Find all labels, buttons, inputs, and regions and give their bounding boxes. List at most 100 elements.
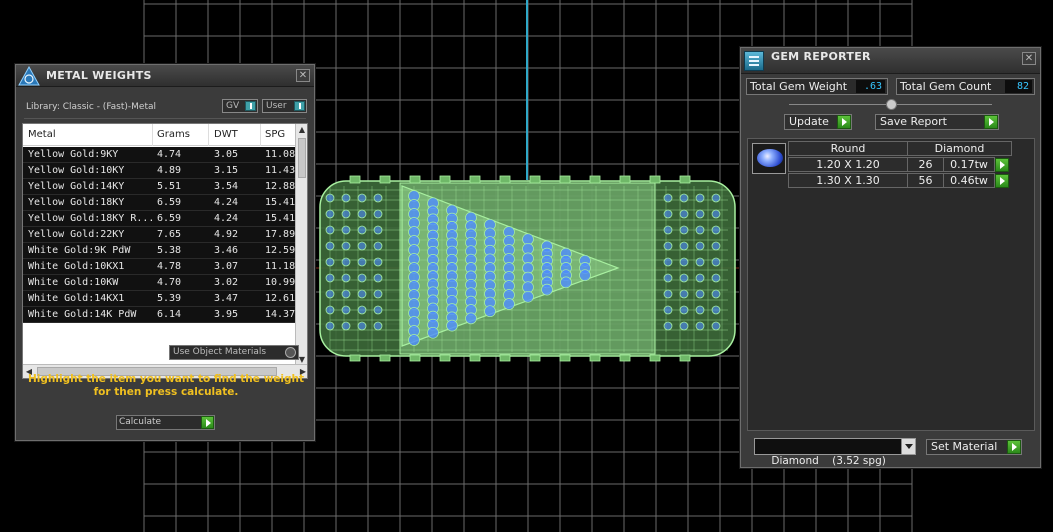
table-row[interactable]: Yellow Gold:22KY 7.65 4.92 17.89 [23, 227, 297, 243]
metal-weights-close-icon[interactable]: ✕ [296, 69, 310, 82]
table-cell-metal: White Gold:10KW [28, 277, 119, 288]
library-label: Library: Classic - (Fast)-Metal [26, 102, 157, 112]
table-cell-spg: 15.41 [265, 213, 296, 224]
metal-weights-table[interactable]: Metal Grams DWT SPG Yellow Gold:9KY 4.74 3… [22, 123, 308, 379]
table-row[interactable]: White Gold:10KX1 4.78 3.07 11.18 [23, 259, 297, 275]
table-cell-metal: Yellow Gold:18KY [28, 197, 125, 208]
gv-toggle[interactable]: GV [222, 99, 258, 113]
scroll-up-icon[interactable]: ▲ [296, 124, 307, 136]
table-cell-dwt: 3.46 [214, 245, 239, 256]
col-header-grams[interactable]: Grams [157, 129, 190, 140]
select-gems-arrow-icon[interactable] [995, 158, 1009, 172]
metal-table-header: Metal Grams DWT SPG [23, 124, 307, 146]
chevron-down-icon[interactable] [901, 439, 915, 454]
gem-size-cell: 1.30 X 1.30 [788, 173, 908, 188]
table-cell-spg: 11.18 [265, 261, 296, 272]
hint-line-2: for then press calculate. [93, 386, 239, 398]
table-cell-grams: 6.59 [157, 197, 182, 208]
table-cell-grams: 5.38 [157, 245, 182, 256]
material-select[interactable]: Diamond (3.52 spg) [754, 438, 916, 467]
total-gem-count-label: Total Gem Count [900, 80, 992, 93]
table-row[interactable]: Yellow Gold:9KY 4.74 3.05 11.08 [23, 147, 297, 163]
table-row[interactable]: White Gold:14K PdW 6.14 3.95 14.37 [23, 307, 297, 323]
table-cell-dwt: 3.15 [214, 165, 239, 176]
table-cell-metal: White Gold:9K PdW [28, 245, 131, 256]
table-cell-dwt: 3.07 [214, 261, 239, 272]
table-cell-spg: 12.59 [265, 245, 296, 256]
table-cell-spg: 15.41 [265, 197, 296, 208]
gem-reporter-logo-icon [744, 51, 764, 71]
select-gems-arrow-icon[interactable] [995, 174, 1009, 188]
total-gem-count-value: 82 [1005, 80, 1032, 93]
table-row[interactable]: White Gold:14KX1 5.39 3.47 12.61 [23, 291, 297, 307]
gem-count-cell: 56 [907, 173, 944, 188]
total-gem-weight: Total Gem Weight .63 [746, 78, 888, 95]
gem-weight-cell: 0.46tw [943, 173, 995, 188]
gem-count-cell: 26 [907, 157, 944, 172]
table-row[interactable]: White Gold:10KW 4.70 3.02 10.99 [23, 275, 297, 291]
shape-header: Round [788, 141, 908, 156]
table-row[interactable]: Yellow Gold:18KY 6.59 4.24 15.41 [23, 195, 297, 211]
table-cell-grams: 4.70 [157, 277, 182, 288]
calculate-label: Calculate [119, 417, 162, 427]
table-cell-metal: Yellow Gold:10KY [28, 165, 125, 176]
table-cell-metal: Yellow Gold:9KY [28, 149, 119, 160]
material-header: Diamond [907, 141, 1012, 156]
user-toggle-indicator-icon [294, 101, 305, 111]
gv-toggle-indicator-icon [245, 101, 256, 111]
col-header-spg[interactable]: SPG [265, 129, 285, 140]
table-cell-dwt: 4.92 [214, 229, 239, 240]
table-cell-grams: 5.39 [157, 293, 182, 304]
metal-weights-titlebar[interactable]: METAL WEIGHTS ✕ [16, 65, 314, 87]
table-row[interactable]: Yellow Gold:14KY 5.51 3.54 12.88 [23, 179, 297, 195]
table-cell-dwt: 3.02 [214, 277, 239, 288]
table-cell-spg: 11.08 [265, 149, 296, 160]
update-button[interactable]: Update [784, 114, 852, 130]
table-cell-grams: 5.51 [157, 181, 182, 192]
table-row[interactable]: Yellow Gold:18KY R... 6.59 4.24 15.41 [23, 211, 297, 227]
scroll-thumb[interactable] [298, 138, 306, 178]
table-row[interactable]: White Gold:9K PdW 5.38 3.46 12.59 [23, 243, 297, 259]
col-divider [260, 124, 261, 146]
table-cell-grams: 4.78 [157, 261, 182, 272]
save-report-button[interactable]: Save Report [875, 114, 999, 130]
table-cell-grams: 4.74 [157, 149, 182, 160]
play-arrow-icon [984, 115, 998, 129]
hint-line-1: Highlight the item you want to find the … [28, 373, 304, 385]
metal-weights-panel: METAL WEIGHTS ✕ Library: Classic - (Fast… [15, 64, 315, 441]
metal-table-vertical-scrollbar[interactable]: ▲ ▼ [295, 124, 307, 366]
metal-weights-title: METAL WEIGHTS [46, 69, 152, 82]
table-cell-dwt: 3.95 [214, 309, 239, 320]
table-cell-dwt: 3.54 [214, 181, 239, 192]
metal-weights-logo-icon [18, 66, 40, 86]
round-diamond-thumbnail[interactable] [752, 143, 786, 174]
gem-reporter-titlebar[interactable]: GEM REPORTER ✕ [741, 48, 1040, 74]
table-cell-dwt: 3.05 [214, 149, 239, 160]
total-gem-count: Total Gem Count 82 [896, 78, 1035, 95]
splitter-handle[interactable] [886, 99, 897, 110]
gem-reporter-title: GEM REPORTER [771, 50, 871, 63]
table-cell-spg: 14.37 [265, 309, 296, 320]
col-header-metal[interactable]: Metal [28, 129, 56, 140]
col-divider [152, 124, 153, 146]
calculate-button[interactable]: Calculate [116, 415, 215, 430]
table-cell-dwt: 3.47 [214, 293, 239, 304]
gem-report-area: Round Diamond 1.20 X 1.20 26 0.17tw 1.30 X … [747, 138, 1035, 431]
radio-circle-icon [285, 347, 296, 358]
gem-reporter-panel: GEM REPORTER ✕ Total Gem Weight .63 Tota… [740, 47, 1041, 468]
table-cell-grams: 6.14 [157, 309, 182, 320]
table-cell-grams: 6.59 [157, 213, 182, 224]
col-header-dwt[interactable]: DWT [214, 129, 238, 140]
set-material-label: Set Material [931, 440, 998, 453]
play-arrow-icon [837, 115, 851, 129]
gem-reporter-close-icon[interactable]: ✕ [1022, 52, 1036, 65]
gem-weight-cell: 0.17tw [943, 157, 995, 172]
use-object-materials-toggle[interactable]: Use Object Materials [169, 345, 299, 360]
user-toggle[interactable]: User [262, 99, 307, 113]
calculate-hint: Highlight the item you want to find the … [26, 373, 306, 399]
table-row[interactable]: Yellow Gold:10KY 4.89 3.15 11.43 [23, 163, 297, 179]
library-divider [24, 118, 306, 119]
set-material-button[interactable]: Set Material [926, 439, 1022, 455]
table-cell-dwt: 4.24 [214, 197, 239, 208]
play-arrow-icon [1007, 440, 1021, 454]
